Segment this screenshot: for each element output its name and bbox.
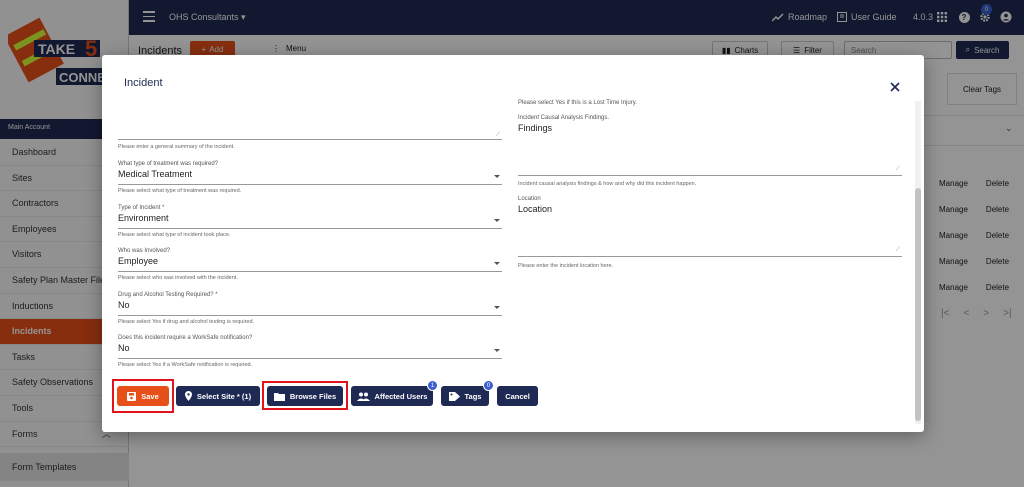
incident-type-select[interactable]: Type of Incident * Environment Please se… <box>118 205 502 245</box>
browse-files-button[interactable]: Browse Files <box>267 386 343 406</box>
findings-value: Findings <box>518 123 553 133</box>
dropdown-arrow-icon <box>494 219 500 222</box>
scrollbar-thumb[interactable] <box>915 188 921 421</box>
involved-label: Who was Involved? <box>118 248 171 254</box>
involved-value: Employee <box>118 256 159 266</box>
select-site-label: Select Site * (1) <box>196 391 252 401</box>
lost-time-help: Please select Yes if this is a Lost Time… <box>518 100 902 112</box>
tags-button[interactable]: Tags <box>441 386 489 406</box>
cancel-button[interactable]: Cancel <box>497 386 538 406</box>
save-button-label: Save <box>141 391 159 401</box>
users-icon <box>356 392 370 401</box>
findings-label: Incident Causal Analysis Findings. <box>518 115 610 121</box>
worksafe-select[interactable]: Does this incident require a WorkSafe no… <box>118 335 502 375</box>
location-help: Please enter the incident location here. <box>518 263 614 269</box>
drug-testing-value: No <box>118 300 130 310</box>
involved-select[interactable]: Who was Involved? Employee Please select… <box>118 248 502 288</box>
resize-handle-icon: ⟋ <box>495 132 500 138</box>
location-label: Location <box>518 196 541 202</box>
save-button[interactable]: Save <box>117 386 169 406</box>
summary-field[interactable]: ⟋ Please enter a general summary of the … <box>118 115 502 155</box>
dropdown-arrow-icon <box>494 175 500 178</box>
drug-testing-help: Please select Yes if drug and alcohol te… <box>118 319 255 325</box>
summary-help: Please enter a general summary of the in… <box>118 144 235 150</box>
lost-time-help-text: Please select Yes if this is a Lost Time… <box>518 100 637 106</box>
worksafe-help: Please select Yes if a WorkSafe notifica… <box>118 362 253 368</box>
tags-label: Tags <box>464 391 482 401</box>
findings-help: Incident causal analysis findings & how … <box>518 181 697 187</box>
incident-type-value: Environment <box>118 213 169 223</box>
findings-field[interactable]: Incident Causal Analysis Findings. Findi… <box>518 115 902 187</box>
drug-testing-label: Drug and Alcohol Testing Required? * <box>118 292 218 298</box>
tag-icon <box>448 391 460 401</box>
select-site-button[interactable]: Select Site * (1) <box>176 386 260 406</box>
treatment-select[interactable]: What type of treatment was required? Med… <box>118 161 502 201</box>
modal-scrollbar[interactable] <box>915 101 921 424</box>
tags-count-badge: 0 <box>483 380 494 391</box>
worksafe-value: No <box>118 343 130 353</box>
dropdown-arrow-icon <box>494 262 500 265</box>
save-icon <box>127 391 137 401</box>
involved-help: Please select who was involved with the … <box>118 275 238 281</box>
treatment-value: Medical Treatment <box>118 169 193 179</box>
location-value: Location <box>518 204 553 214</box>
affected-users-count-badge: 1 <box>427 380 438 391</box>
folder-icon <box>273 392 285 401</box>
treatment-help: Please select what type of treatment was… <box>118 188 242 194</box>
resize-handle-icon: ⟋ <box>895 247 900 253</box>
resize-handle-icon: ⟋ <box>895 166 900 172</box>
location-pin-icon <box>184 391 192 401</box>
incident-modal: Incident ⟋ Please enter a general summar… <box>102 55 924 432</box>
close-icon[interactable] <box>889 81 901 93</box>
treatment-label: What type of treatment was required? <box>118 161 219 167</box>
incident-type-label: Type of Incident * <box>118 205 165 211</box>
dropdown-arrow-icon <box>494 306 500 309</box>
browse-files-label: Browse Files <box>289 391 337 401</box>
dropdown-arrow-icon <box>494 349 500 352</box>
worksafe-label: Does this incident require a WorkSafe no… <box>118 335 253 341</box>
cancel-button-label: Cancel <box>505 391 530 401</box>
modal-title: Incident <box>124 77 163 89</box>
drug-testing-select[interactable]: Drug and Alcohol Testing Required? * No … <box>118 292 502 332</box>
affected-users-button[interactable]: Affected Users <box>351 386 433 406</box>
incident-type-help: Please select what type of incident took… <box>118 232 231 238</box>
location-field[interactable]: Location Location ⟋ Please enter the inc… <box>518 196 902 269</box>
affected-users-label: Affected Users <box>374 391 428 401</box>
